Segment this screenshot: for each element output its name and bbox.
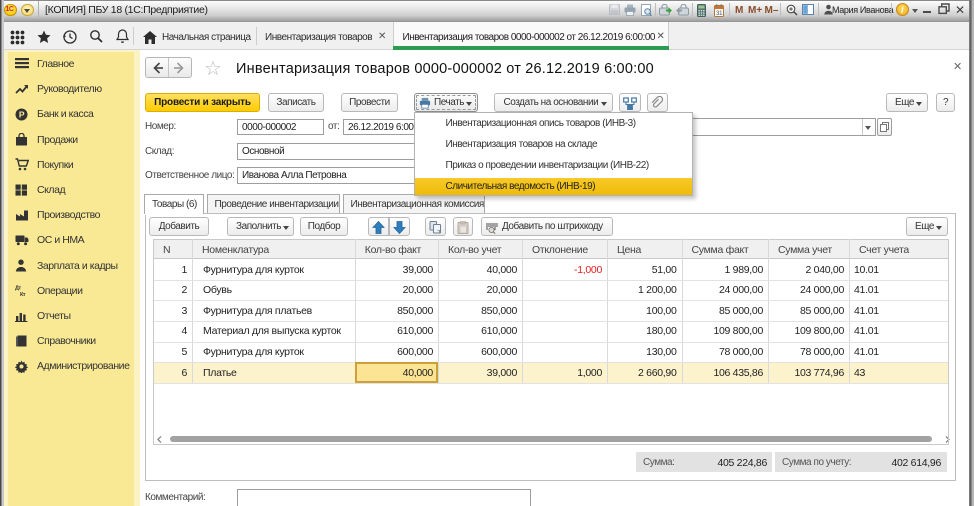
- svg-text:Дт: Дт: [15, 286, 21, 292]
- svg-text:Кт: Кт: [20, 292, 26, 297]
- svg-text:P: P: [19, 109, 25, 119]
- svg-text:31: 31: [716, 10, 723, 17]
